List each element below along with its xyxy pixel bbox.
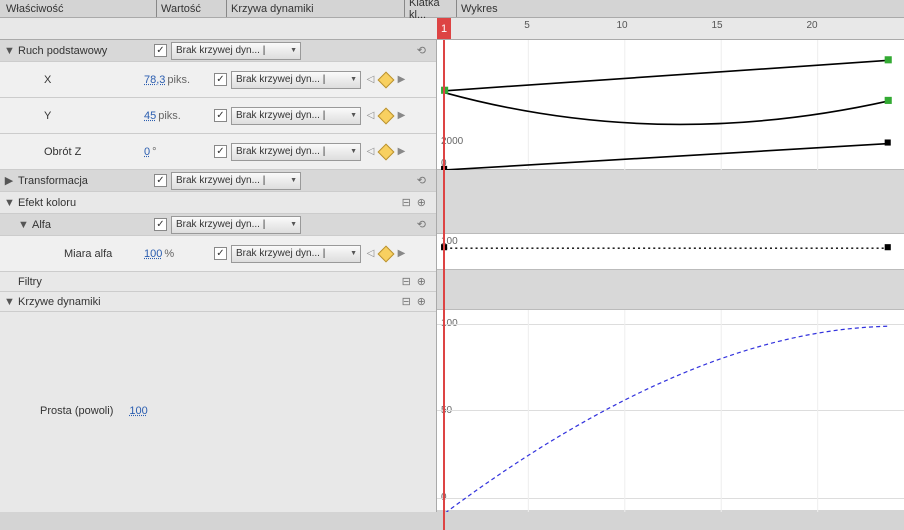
value-input-alpha[interactable]: 100	[144, 248, 162, 260]
ease-dropdown[interactable]: Brak krzywej dyn... |	[231, 107, 361, 125]
prev-key-icon[interactable]: ◁	[365, 145, 376, 159]
disclosure-triangle-icon[interactable]: ▼	[4, 296, 14, 308]
unit-label: %	[164, 248, 174, 260]
disclosure-triangle-icon[interactable]: ▶	[4, 174, 14, 187]
remove-icon[interactable]: ⊟	[402, 295, 411, 308]
ease-dropdown[interactable]: Brak krzywej dyn... |	[231, 71, 361, 89]
ease-checkbox[interactable]: ✓	[154, 44, 167, 57]
property-row-alpha-measure: Miara alfa 100% ✓ Brak krzywej dyn... | …	[0, 236, 436, 272]
ease-preset-value[interactable]: 100	[129, 405, 147, 417]
add-icon[interactable]: ⊕	[417, 295, 426, 308]
ruler-tick-10: 10	[616, 20, 627, 31]
value-input-y[interactable]: 45	[144, 110, 156, 122]
ease-checkbox[interactable]: ✓	[214, 145, 227, 158]
section-label: Ruch podstawowy	[14, 45, 154, 57]
unit-label: piks.	[167, 74, 190, 86]
disclosure-triangle-icon[interactable]: ▼	[4, 45, 14, 57]
property-label: X	[4, 74, 144, 86]
column-headers: Właściwość Wartość Krzywa dynamiki Klatk…	[0, 0, 904, 18]
ease-dropdown[interactable]: Brak krzywej dyn... |	[171, 42, 301, 60]
graph-spacer	[437, 270, 904, 310]
ease-checkbox[interactable]: ✓	[214, 247, 227, 260]
ruler-tick-5: 5	[524, 20, 530, 31]
ruler-tick-15: 15	[711, 20, 722, 31]
unit-label: °	[152, 146, 156, 158]
section-label: Transformacja	[14, 175, 154, 187]
ease-checkbox[interactable]: ✓	[214, 73, 227, 86]
section-label: Krzywe dynamiki	[14, 296, 154, 308]
prev-key-icon[interactable]: ◁	[365, 73, 376, 87]
ease-dropdown[interactable]: Brak krzywej dyn... |	[231, 245, 361, 263]
header-curve[interactable]: Krzywa dynamiki	[226, 0, 404, 17]
keyframe-toggle-icon[interactable]	[378, 71, 395, 88]
ease-dropdown[interactable]: Brak krzywej dyn... |	[231, 143, 361, 161]
playhead-line	[443, 40, 445, 530]
add-icon[interactable]: ⊕	[417, 275, 426, 288]
add-icon[interactable]: ⊕	[417, 196, 426, 209]
property-label: Miara alfa	[4, 248, 144, 260]
value-input-rotz[interactable]: 0	[144, 146, 150, 158]
property-label: Obrót Z	[4, 146, 144, 158]
next-key-icon[interactable]: ▶	[396, 247, 407, 261]
reset-icon[interactable]: ⟲	[417, 174, 426, 187]
prev-key-icon[interactable]: ◁	[365, 247, 376, 261]
keyframe-toggle-icon[interactable]	[378, 107, 395, 124]
remove-icon[interactable]: ⊟	[402, 275, 411, 288]
ease-checkbox[interactable]: ✓	[214, 109, 227, 122]
disclosure-triangle-icon[interactable]: ▼	[18, 219, 28, 231]
header-property[interactable]: Właściwość	[0, 0, 156, 17]
property-label: Y	[4, 110, 144, 122]
property-tree: ▼ Ruch podstawowy ✓ Brak krzywej dyn... …	[0, 40, 437, 512]
playhead-label: 1	[441, 23, 447, 35]
keyframe-toggle-icon[interactable]	[378, 143, 395, 160]
ease-checkbox[interactable]: ✓	[154, 174, 167, 187]
ease-dropdown[interactable]: Brak krzywej dyn... |	[171, 172, 301, 190]
section-dynamic-curves[interactable]: ▼ Krzywe dynamiki ⊟ ⊕	[0, 292, 436, 312]
ease-checkbox[interactable]: ✓	[154, 218, 167, 231]
graph-ease-curve[interactable]: 100 50 0	[437, 310, 904, 510]
property-row-y: Y 45piks. ✓ Brak krzywej dyn... | ◁ ▶	[0, 98, 436, 134]
section-label: Filtry	[4, 276, 144, 288]
ruler-tick-20: 20	[806, 20, 817, 31]
value-input-x[interactable]: 78,3	[144, 74, 165, 86]
section-basic-motion[interactable]: ▼ Ruch podstawowy ✓ Brak krzywej dyn... …	[0, 40, 436, 62]
graph-alpha[interactable]: 100	[437, 234, 904, 270]
header-graph[interactable]: Wykres	[456, 0, 904, 17]
disclosure-triangle-icon[interactable]: ▼	[4, 197, 14, 209]
keyframe-toggle-icon[interactable]	[378, 245, 395, 262]
section-label: Alfa	[28, 219, 154, 231]
graph-xy-rot[interactable]: 2000 0	[437, 40, 904, 170]
graph-spacer	[437, 170, 904, 234]
next-key-icon[interactable]: ▶	[396, 73, 407, 87]
section-label: Efekt koloru	[14, 197, 154, 209]
reset-icon[interactable]: ⟲	[417, 44, 426, 57]
header-value[interactable]: Wartość	[156, 0, 226, 17]
ease-dropdown[interactable]: Brak krzywej dyn... |	[171, 216, 301, 234]
section-color-effect[interactable]: ▼ Efekt koloru ⊟ ⊕	[0, 192, 436, 214]
prev-key-icon[interactable]: ◁	[365, 109, 376, 123]
ease-preset-label: Prosta (powoli)	[40, 405, 113, 417]
timeline-ruler[interactable]: 1 5 10 15 20	[0, 18, 904, 40]
playhead[interactable]: 1	[437, 18, 451, 39]
property-row-x: X 78,3piks. ✓ Brak krzywej dyn... | ◁ ▶	[0, 62, 436, 98]
remove-icon[interactable]: ⊟	[402, 196, 411, 209]
graph-area[interactable]: 2000 0 100 100 50 0	[437, 40, 904, 512]
ease-preset-row: Prosta (powoli) 100	[40, 405, 148, 417]
section-filters[interactable]: Filtry ⊟ ⊕	[0, 272, 436, 292]
property-row-rotz: Obrót Z 0° ✓ Brak krzywej dyn... | ◁ ▶	[0, 134, 436, 170]
header-keyframe[interactable]: Klatka kl...	[404, 0, 456, 17]
next-key-icon[interactable]: ▶	[396, 145, 407, 159]
section-transformation[interactable]: ▶ Transformacja ✓ Brak krzywej dyn... | …	[0, 170, 436, 192]
reset-icon[interactable]: ⟲	[417, 218, 426, 231]
section-alpha[interactable]: ▼ Alfa ✓ Brak krzywej dyn... | ⟲	[0, 214, 436, 236]
unit-label: piks.	[158, 110, 181, 122]
next-key-icon[interactable]: ▶	[396, 109, 407, 123]
